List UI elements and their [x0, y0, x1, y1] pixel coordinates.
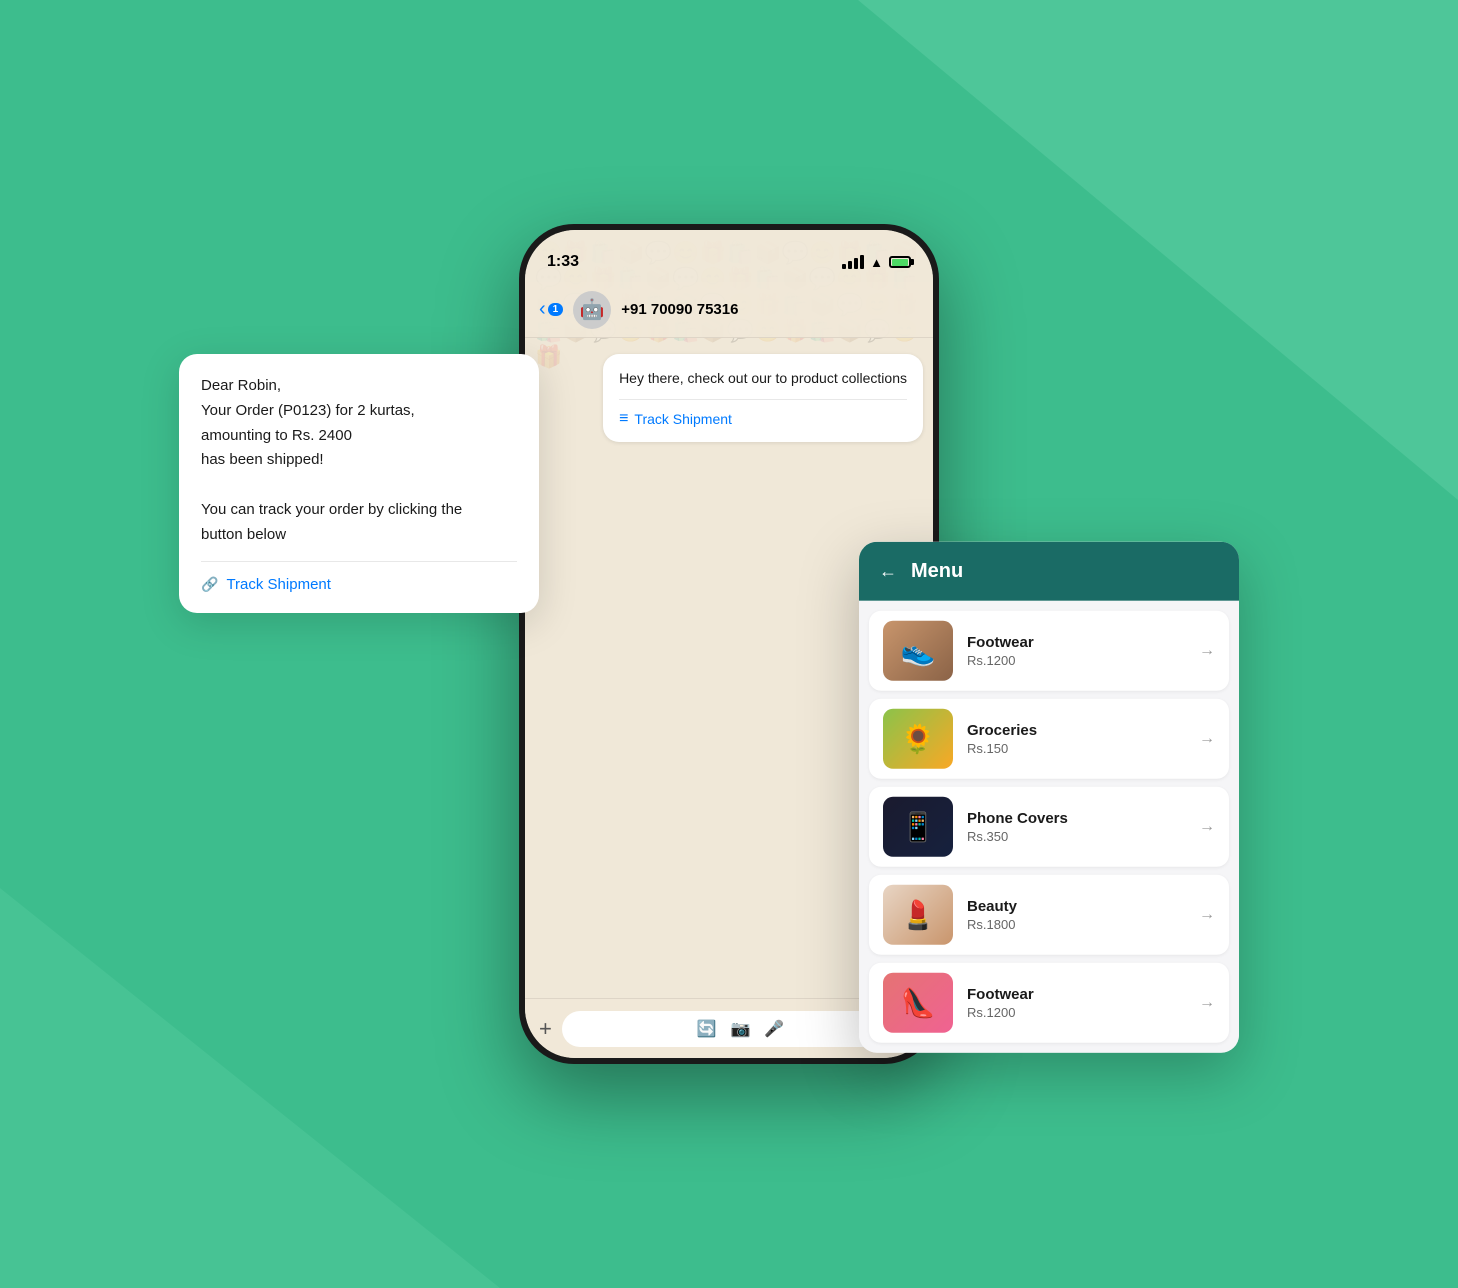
groceries-arrow-icon: →: [1199, 730, 1215, 748]
phone-covers-info: Phone Covers Rs.350: [967, 810, 1185, 844]
battery-fill: [892, 259, 908, 266]
status-icons: ▲: [842, 255, 911, 270]
back-button[interactable]: ‹ 1: [539, 298, 563, 321]
track-shipment-label-1: Track Shipment: [634, 411, 732, 427]
order-line2: amounting to Rs. 2400: [201, 427, 352, 444]
signal-bar-1: [842, 264, 846, 269]
mic-icon: 🎤: [764, 1019, 784, 1039]
order-line6: button below: [201, 526, 286, 543]
beauty-info: Beauty Rs.1800: [967, 898, 1185, 932]
footwear-2-info: Footwear Rs.1200: [967, 986, 1185, 1020]
track-shipment-label-2: Track Shipment: [226, 576, 330, 593]
menu-header: ← Menu: [859, 542, 1239, 601]
status-bar: 1:33 ▲: [525, 230, 933, 282]
phone-covers-name: Phone Covers: [967, 810, 1185, 827]
bubble-text-1: Hey there, check out our to product coll…: [619, 368, 907, 389]
bubble-message-1: Hey there, check out our to product coll…: [619, 370, 907, 386]
signal-bar-2: [848, 261, 852, 269]
menu-item-footwear-2[interactable]: Footwear Rs.1200 →: [869, 963, 1229, 1043]
beauty-name: Beauty: [967, 898, 1185, 915]
menu-title: Menu: [911, 560, 963, 583]
menu-item-groceries[interactable]: Groceries Rs.150 →: [869, 699, 1229, 779]
order-notification-bubble: Dear Robin, Your Order (P0123) for 2 kur…: [179, 354, 539, 613]
beauty-image: [883, 885, 953, 945]
footwear-1-price: Rs.1200: [967, 653, 1185, 668]
avatar: 🤖: [573, 291, 611, 329]
beauty-price: Rs.1800: [967, 917, 1185, 932]
phone-covers-arrow-icon: →: [1199, 818, 1215, 836]
menu-item-beauty[interactable]: Beauty Rs.1800 →: [869, 875, 1229, 955]
groceries-name: Groceries: [967, 722, 1185, 739]
menu-item-phone-covers[interactable]: Phone Covers Rs.350 →: [869, 787, 1229, 867]
phone-covers-image: [883, 797, 953, 857]
footwear-2-image: [883, 973, 953, 1033]
order-text: Dear Robin, Your Order (P0123) for 2 kur…: [201, 374, 517, 547]
greeting-line: Dear Robin,: [201, 377, 281, 394]
chat-phone-number: +91 70090 75316: [621, 301, 738, 318]
signal-bar-3: [854, 258, 858, 269]
wifi-icon: ▲: [870, 255, 883, 270]
footwear-1-name: Footwear: [967, 634, 1185, 651]
menu-items-list: Footwear Rs.1200 → Groceries Rs.150 → Ph…: [859, 601, 1239, 1053]
signal-icon: [842, 255, 864, 269]
footwear-2-name: Footwear: [967, 986, 1185, 1003]
signal-bar-4: [860, 255, 864, 269]
order-line1: Your Order (P0123) for 2 kurtas,: [201, 402, 415, 419]
track-shipment-link-2[interactable]: 🔗 Track Shipment: [201, 561, 517, 593]
footwear-2-price: Rs.1200: [967, 1005, 1185, 1020]
groceries-price: Rs.150: [967, 741, 1185, 756]
camera-icon: 📷: [730, 1019, 750, 1039]
footwear-1-image: [883, 621, 953, 681]
scene-container: 😊🎁🛍️📦💬😊🎁🛍️📦💬😊🎁🛍️📦💬😊🎁🛍️📦💬😊🎁🛍️📦💬😊🎁🛍️📦💬😊🎁🛍️…: [279, 154, 1179, 1134]
footwear-1-info: Footwear Rs.1200: [967, 634, 1185, 668]
menu-card: ← Menu Footwear Rs.1200 → Groceries Rs.1…: [859, 542, 1239, 1053]
chat-header: ‹ 1 🤖 +91 70090 75316: [525, 282, 933, 338]
external-link-icon: 🔗: [201, 576, 218, 593]
groceries-info: Groceries Rs.150: [967, 722, 1185, 756]
order-line5: You can track your order by clicking the: [201, 501, 462, 518]
footwear-2-arrow-icon: →: [1199, 994, 1215, 1012]
phone-covers-price: Rs.350: [967, 829, 1185, 844]
plus-button[interactable]: +: [539, 1016, 552, 1042]
chat-bubble-1: Hey there, check out our to product coll…: [603, 354, 923, 442]
battery-icon: [889, 256, 911, 268]
beauty-arrow-icon: →: [1199, 906, 1215, 924]
sticker-icon: 🔄: [697, 1019, 717, 1039]
order-line3: has been shipped!: [201, 451, 324, 468]
track-shipment-link-1[interactable]: ≡ Track Shipment: [619, 399, 907, 428]
menu-back-icon[interactable]: ←: [879, 561, 897, 582]
list-icon: ≡: [619, 410, 628, 428]
groceries-image: [883, 709, 953, 769]
notification-badge: 1: [548, 303, 564, 316]
menu-item-footwear-1[interactable]: Footwear Rs.1200 →: [869, 611, 1229, 691]
chevron-left-icon: ‹: [539, 298, 546, 321]
status-time: 1:33: [547, 253, 579, 271]
footwear-1-arrow-icon: →: [1199, 642, 1215, 660]
